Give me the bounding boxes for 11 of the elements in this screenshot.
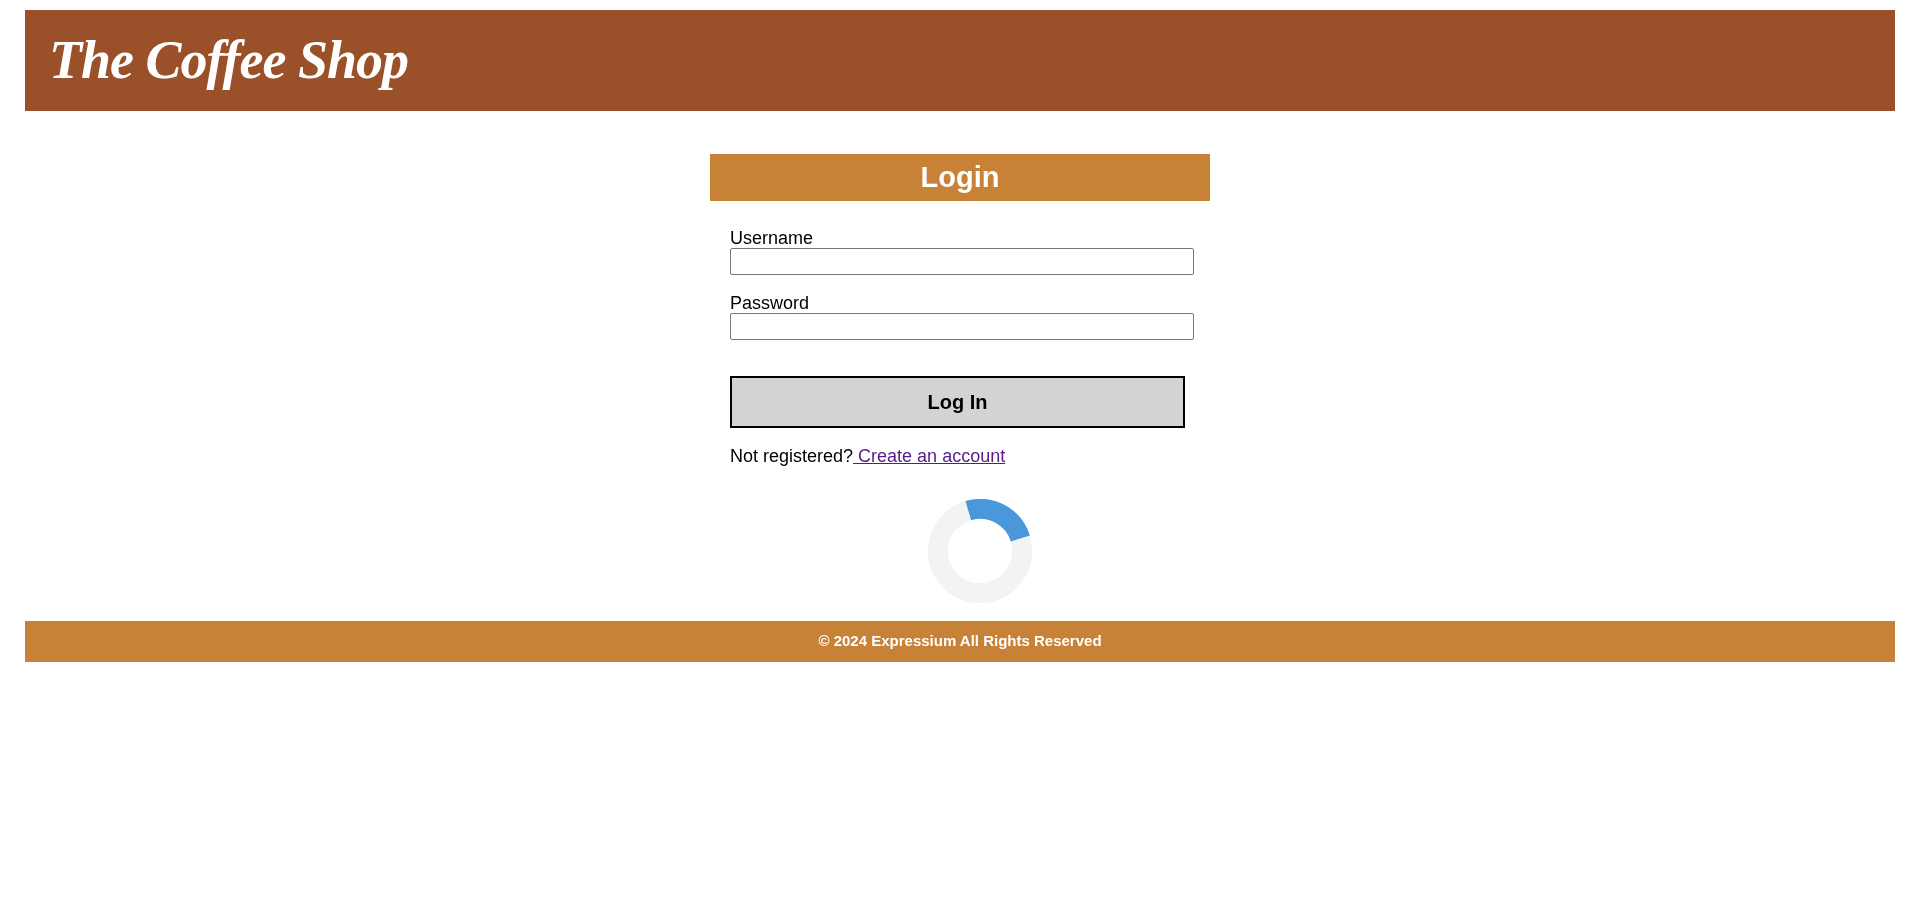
input-field[interactable] [730, 248, 1194, 275]
copyright-text: © 2024 Expressium All Rights Reserved [818, 631, 1102, 652]
create-account-link[interactable]: Create an account [853, 445, 1006, 467]
field-label: Password [730, 293, 811, 313]
logo[interactable]: The Coffee Shop [49, 20, 408, 101]
spinner-icon [928, 499, 1032, 603]
input-field[interactable] [730, 313, 1194, 340]
login-button[interactable]: Log In [730, 376, 1185, 428]
register-prompt: Not registered? [730, 445, 854, 467]
login-heading: Login [710, 154, 1210, 201]
field-label: Username [730, 228, 815, 248]
